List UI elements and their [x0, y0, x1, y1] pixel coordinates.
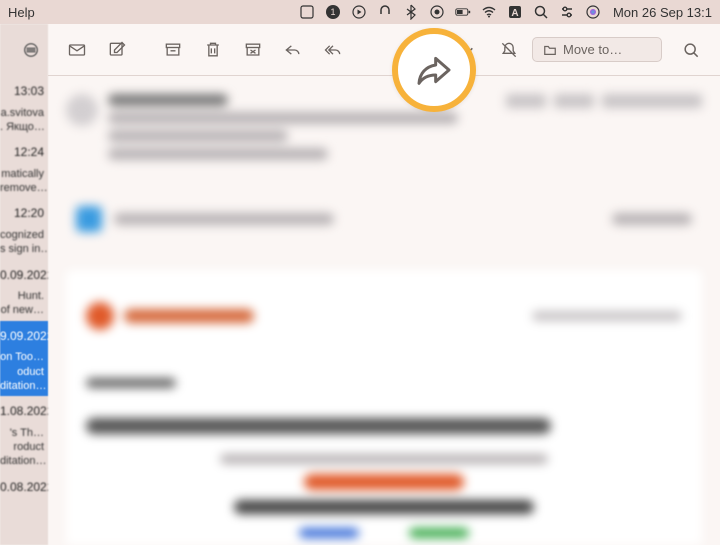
- figma-icon[interactable]: [299, 4, 315, 20]
- junk-icon[interactable]: [236, 35, 270, 65]
- keyboard-input-icon[interactable]: A: [507, 4, 523, 20]
- siri-icon[interactable]: [585, 4, 601, 20]
- mute-bell-icon[interactable]: [492, 35, 526, 65]
- mail-app-window: 13:03 a.svitova. Якщо… 12:24 maticallyre…: [0, 24, 720, 545]
- list-item-selected[interactable]: on Too…oductditation…: [0, 347, 48, 396]
- menubar-datetime[interactable]: Mon 26 Sep 13:1: [613, 5, 712, 20]
- archive-icon[interactable]: [156, 35, 190, 65]
- forward-icon: [414, 50, 454, 90]
- list-item[interactable]: 13:03: [0, 76, 48, 103]
- mail-toolbar: Move to…: [48, 24, 720, 76]
- list-item[interactable]: 0.08.2022: [0, 472, 48, 499]
- message-pane: Move to…: [48, 24, 720, 545]
- forward-button-highlight[interactable]: [392, 28, 476, 112]
- menu-help[interactable]: Help: [8, 5, 35, 20]
- list-item[interactable]: Hunt.of new…: [0, 286, 48, 321]
- airpods-icon[interactable]: [377, 4, 393, 20]
- svg-text:A: A: [511, 8, 518, 19]
- wifi-icon[interactable]: [481, 4, 497, 20]
- list-item-selected[interactable]: 9.09.2022: [0, 321, 48, 348]
- battery-icon[interactable]: [455, 4, 471, 20]
- play-icon[interactable]: [351, 4, 367, 20]
- list-item[interactable]: a.svitova. Якщо…: [0, 103, 48, 138]
- reply-all-icon[interactable]: [316, 35, 350, 65]
- list-item[interactable]: 12:24: [0, 137, 48, 164]
- trash-icon[interactable]: [196, 35, 230, 65]
- sender-name: [108, 94, 228, 106]
- list-item[interactable]: cognizeds sign in…: [0, 225, 48, 260]
- message-content-blurred: [48, 76, 720, 545]
- spotlight-icon[interactable]: [533, 4, 549, 20]
- reply-icon[interactable]: [276, 35, 310, 65]
- list-item[interactable]: 1.08.2022: [0, 396, 48, 423]
- recording-icon[interactable]: [429, 4, 445, 20]
- macos-menubar: Help 1 A Mon 26 Sep 13:1: [0, 0, 720, 24]
- notification-1-icon[interactable]: 1: [325, 4, 341, 20]
- bluetooth-icon[interactable]: [403, 4, 419, 20]
- envelope-icon[interactable]: [60, 35, 94, 65]
- sidebar-settings-icon[interactable]: [0, 24, 48, 76]
- move-to-dropdown[interactable]: Move to…: [532, 37, 662, 62]
- message-list-sidebar: 13:03 a.svitova. Якщо… 12:24 maticallyre…: [0, 24, 48, 545]
- control-center-icon[interactable]: [559, 4, 575, 20]
- search-icon[interactable]: [674, 35, 708, 65]
- compose-icon[interactable]: [100, 35, 134, 65]
- list-item[interactable]: 12:20: [0, 198, 48, 225]
- list-item[interactable]: 0.09.2022: [0, 260, 48, 287]
- svg-text:1: 1: [330, 7, 335, 17]
- list-item[interactable]: 's Th…roductditation…: [0, 423, 48, 472]
- list-item[interactable]: maticallyremove…: [0, 164, 48, 199]
- folder-icon: [543, 43, 557, 57]
- move-to-label: Move to…: [563, 42, 622, 57]
- sender-avatar: [66, 94, 98, 126]
- menubar-status-area: 1 A Mon 26 Sep 13:1: [299, 4, 712, 20]
